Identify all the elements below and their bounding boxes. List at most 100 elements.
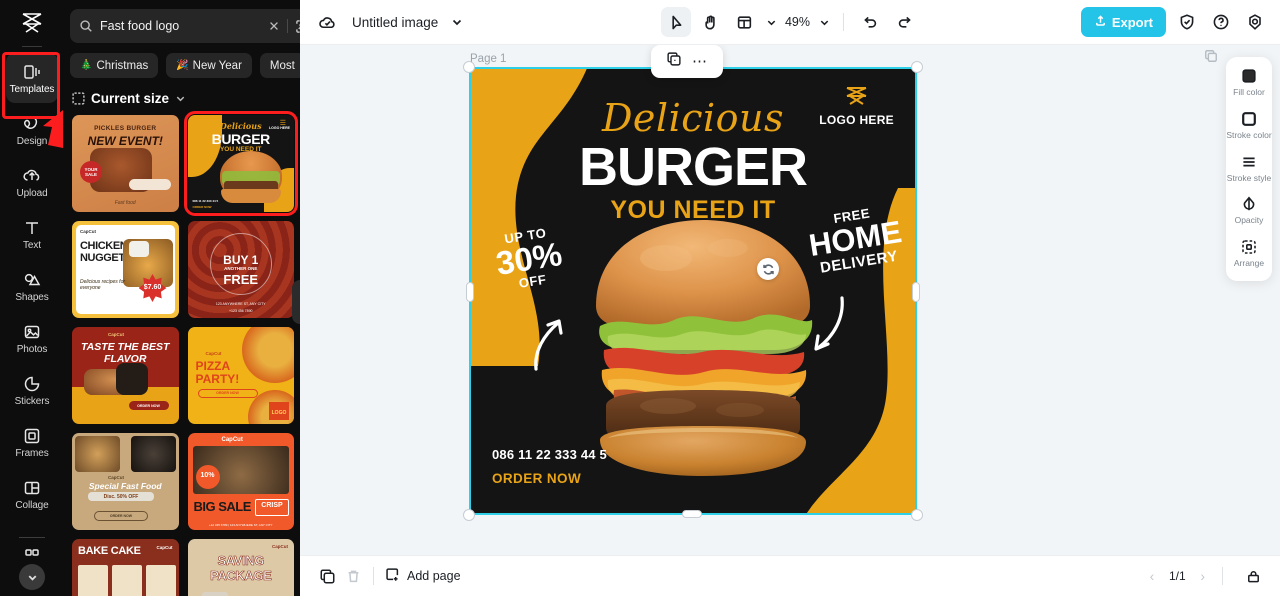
search-icon bbox=[79, 19, 93, 33]
design-canvas[interactable]: Delicious BURGER YOU NEED IT LOGO HERE U… bbox=[470, 68, 916, 514]
handle-top-left[interactable] bbox=[463, 61, 475, 73]
handle-bottom-right[interactable] bbox=[911, 509, 923, 521]
editor-area: Untitled image 49% Export Page 1 ⋯ Delic… bbox=[300, 0, 1280, 596]
lock-button[interactable] bbox=[1240, 563, 1266, 589]
poster-logo-block: LOGO HERE bbox=[819, 86, 894, 127]
hand-tool-button[interactable] bbox=[695, 7, 725, 37]
template-subtitle: CRISP bbox=[261, 502, 283, 509]
template-card[interactable]: SAVING PACKAGE CapCut bbox=[187, 539, 294, 596]
opacity-button[interactable]: Opacity bbox=[1226, 195, 1272, 226]
upload-cloud-icon bbox=[22, 166, 42, 186]
sidebar-item-upload[interactable]: Upload bbox=[6, 157, 58, 207]
sidebar-item-label: Templates bbox=[9, 83, 55, 95]
template-card[interactable]: CapCut PIZZA PARTY! ORDER NOW LOGO bbox=[187, 327, 294, 424]
sidebar-item-design[interactable]: Design bbox=[6, 105, 58, 155]
gear-icon[interactable] bbox=[1242, 9, 1268, 35]
current-size-selector[interactable]: Current size bbox=[64, 78, 300, 106]
export-button[interactable]: Export bbox=[1080, 7, 1166, 37]
select-tool-button[interactable] bbox=[660, 7, 691, 37]
stroke-style-button[interactable]: Stroke style bbox=[1226, 153, 1272, 184]
capcut-watermark: CapCut bbox=[108, 332, 124, 337]
chip-label: Most bbox=[269, 59, 295, 72]
capcut-watermark: CapCut bbox=[108, 475, 124, 480]
help-circle-icon[interactable] bbox=[1208, 9, 1234, 35]
search-box[interactable] bbox=[70, 9, 300, 43]
chevron-down-icon[interactable] bbox=[19, 564, 45, 590]
sidebar-item-label: Shapes bbox=[15, 291, 49, 303]
shield-check-icon[interactable] bbox=[1174, 9, 1200, 35]
template-card[interactable]: PICKLES BURGER NEW EVENT! YOUR SALE Fast… bbox=[72, 115, 179, 212]
grid-apps-icon[interactable] bbox=[22, 546, 42, 566]
document-title[interactable]: Untitled image bbox=[352, 15, 438, 30]
rail-bottom bbox=[0, 537, 64, 596]
capcut-logo-icon[interactable] bbox=[12, 6, 52, 40]
toolbar-divider bbox=[843, 13, 845, 31]
handle-right-middle[interactable] bbox=[912, 282, 920, 302]
template-card[interactable]: CapCut 10% BIG SALE CRISP +12 345 6789 |… bbox=[187, 433, 294, 530]
handle-bottom-left[interactable] bbox=[463, 509, 475, 521]
prev-page-button[interactable]: ‹ bbox=[1150, 568, 1155, 584]
duplicate-page-button-bottom[interactable] bbox=[314, 563, 340, 589]
more-options-button[interactable]: ⋯ bbox=[692, 54, 708, 69]
rotate-handle-button[interactable] bbox=[757, 258, 779, 280]
sidebar-item-frames[interactable]: Frames bbox=[6, 417, 58, 467]
delete-page-button[interactable] bbox=[340, 563, 366, 589]
template-card[interactable]: CapCut CHICKEN NUGGETS Delicious recipes… bbox=[72, 221, 179, 318]
template-card-selected[interactable]: Delicious BURGER YOU NEED IT LOGO HERE ☰… bbox=[183, 111, 298, 216]
sidebar-item-stickers[interactable]: Stickers bbox=[6, 365, 58, 415]
stroke-color-button[interactable]: Stroke color bbox=[1226, 110, 1272, 141]
redo-button[interactable] bbox=[889, 7, 919, 37]
template-card[interactable]: BAKE CAKE CapCut bbox=[72, 539, 179, 596]
chevron-down-icon[interactable] bbox=[448, 13, 466, 31]
layout-chevron-icon[interactable] bbox=[763, 7, 779, 37]
design-canvas-wrapper[interactable]: Delicious BURGER YOU NEED IT LOGO HERE U… bbox=[463, 61, 923, 521]
template-card[interactable]: CapCut TASTE THE BEST FLAVOR ORDER NOW bbox=[72, 327, 179, 424]
opacity-label: Opacity bbox=[1234, 215, 1264, 226]
chip-most[interactable]: Most bbox=[259, 53, 300, 78]
template-card[interactable]: BUY 1 ANOTHER ONE FREE 123 ANYWHERE ST, … bbox=[187, 221, 294, 318]
page-floating-toolbar: ⋯ bbox=[651, 45, 723, 78]
zoom-level[interactable]: 49% bbox=[783, 15, 812, 29]
design-icon bbox=[22, 114, 42, 134]
undo-button[interactable] bbox=[855, 7, 885, 37]
sidebar-item-shapes[interactable]: Shapes bbox=[6, 261, 58, 311]
sidebar-item-templates[interactable]: Templates bbox=[6, 53, 58, 103]
fill-color-button[interactable]: Fill color bbox=[1226, 67, 1272, 98]
bottom-divider-2 bbox=[1222, 567, 1223, 585]
canvas-stage[interactable]: Page 1 ⋯ ⋯ bbox=[300, 45, 1280, 555]
sidebar-item-text[interactable]: Text bbox=[6, 209, 58, 259]
template-subtitle: ORDER NOW bbox=[137, 404, 160, 408]
zoom-chevron-icon[interactable] bbox=[816, 7, 832, 37]
arrange-button[interactable]: Arrange bbox=[1226, 238, 1272, 269]
arrange-label: Arrange bbox=[1233, 258, 1265, 269]
duplicate-page-button[interactable] bbox=[666, 51, 682, 72]
chip-label: New Year bbox=[192, 59, 242, 72]
top-bar-right: Export bbox=[1080, 7, 1268, 37]
search-input[interactable] bbox=[100, 19, 261, 33]
chevron-down-icon bbox=[175, 93, 186, 104]
duplicate-icon[interactable] bbox=[1204, 49, 1218, 68]
clear-x-icon[interactable] bbox=[268, 20, 280, 32]
cloud-saved-icon[interactable] bbox=[312, 7, 342, 37]
poster-offer-badge: UP TO 30% OFF bbox=[492, 223, 567, 294]
capcut-editor-window: Templates Design Upload Text Shapes Phot… bbox=[0, 0, 1280, 596]
handle-top-right[interactable] bbox=[911, 61, 923, 73]
handle-bottom-middle[interactable] bbox=[682, 510, 702, 518]
next-page-button[interactable]: › bbox=[1200, 568, 1205, 584]
sidebar-item-photos[interactable]: Photos bbox=[6, 313, 58, 363]
template-badge: LOGO bbox=[271, 410, 287, 416]
template-card[interactable]: CapCut Special Fast Food Disc. 50% OFF O… bbox=[72, 433, 179, 530]
top-bar-left: Untitled image bbox=[312, 7, 466, 37]
capcut-watermark: CapCut bbox=[156, 545, 173, 550]
chip-christmas[interactable]: 🎄 Christmas bbox=[70, 53, 159, 78]
photos-icon bbox=[22, 322, 42, 342]
layout-tool-button[interactable] bbox=[729, 7, 759, 37]
template-subtitle: ORDER NOW bbox=[216, 391, 239, 395]
panel-scroll-handle[interactable] bbox=[292, 280, 300, 324]
chip-new-year[interactable]: 🎉 New Year bbox=[166, 53, 252, 78]
handle-left-middle[interactable] bbox=[466, 282, 474, 302]
template-title: SAVING PACKAGE bbox=[210, 553, 272, 584]
template-badge: FREE bbox=[223, 272, 259, 287]
add-page-button[interactable]: Add page bbox=[385, 567, 461, 585]
sidebar-item-collage[interactable]: Collage bbox=[6, 469, 58, 519]
